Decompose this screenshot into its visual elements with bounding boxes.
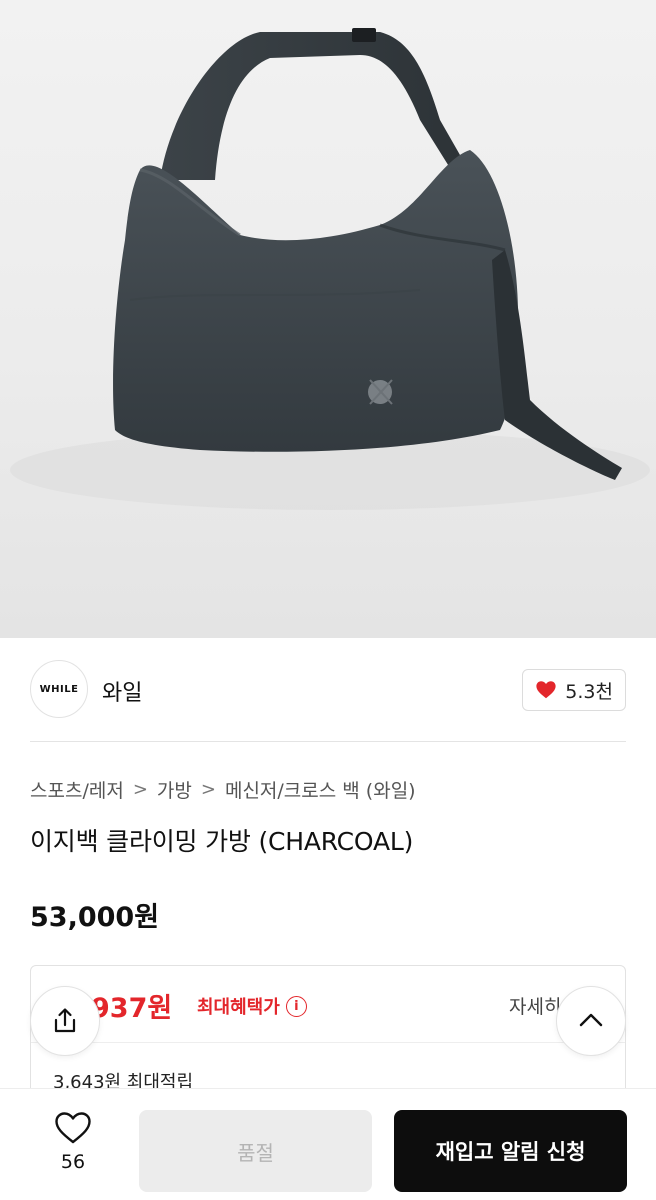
product-price: 53,000원 [30, 902, 160, 933]
brand-row: WHILE 와일 5.3천 [30, 660, 626, 720]
share-icon [54, 1008, 76, 1033]
breadcrumb-item-sports[interactable]: 스포츠/레저 [30, 776, 124, 803]
brand-logo[interactable]: WHILE [30, 660, 88, 718]
restock-alert-button[interactable]: 재입고 알림 신청 [394, 1110, 627, 1192]
divider [30, 741, 626, 742]
benefit-divider [31, 1042, 625, 1043]
heart-outline-icon [55, 1112, 91, 1144]
scroll-top-button[interactable] [556, 986, 626, 1056]
breadcrumb-item-bag[interactable]: 가방 [157, 776, 192, 803]
benefit-price: 937원 [91, 993, 173, 1024]
info-icon[interactable]: i [285, 995, 307, 1017]
bag-illustration [10, 28, 650, 510]
breadcrumb-separator: > [200, 778, 216, 800]
brand-name[interactable]: 와일 [102, 675, 142, 707]
share-button[interactable] [30, 986, 100, 1056]
chevron-up-icon [579, 1013, 603, 1027]
benefit-label-text: 최대혜택가 [197, 997, 280, 1018]
soldout-button[interactable]: 품절 [139, 1110, 372, 1192]
benefit-label: 최대혜택가 i [197, 993, 307, 1019]
like-count: 5.3천 [565, 680, 613, 703]
wish-button[interactable]: 56 [36, 1111, 110, 1181]
brand-logo-text: WHILE [39, 683, 79, 695]
bottom-action-bar: 56 품절 재입고 알림 신청 [0, 1088, 656, 1200]
breadcrumb-item-messenger[interactable]: 메신저/크로스 백 (와일) [225, 776, 416, 803]
product-title: 이지백 클라이밍 가방 (CHARCOAL) [30, 827, 414, 856]
like-button[interactable]: 5.3천 [522, 669, 626, 711]
breadcrumb-separator: > [132, 778, 148, 800]
product-image[interactable] [0, 0, 656, 638]
heart-icon [536, 681, 556, 699]
breadcrumb: 스포츠/레저 > 가방 > 메신저/크로스 백 (와일) [30, 774, 416, 804]
wish-count: 56 [60, 1151, 86, 1173]
